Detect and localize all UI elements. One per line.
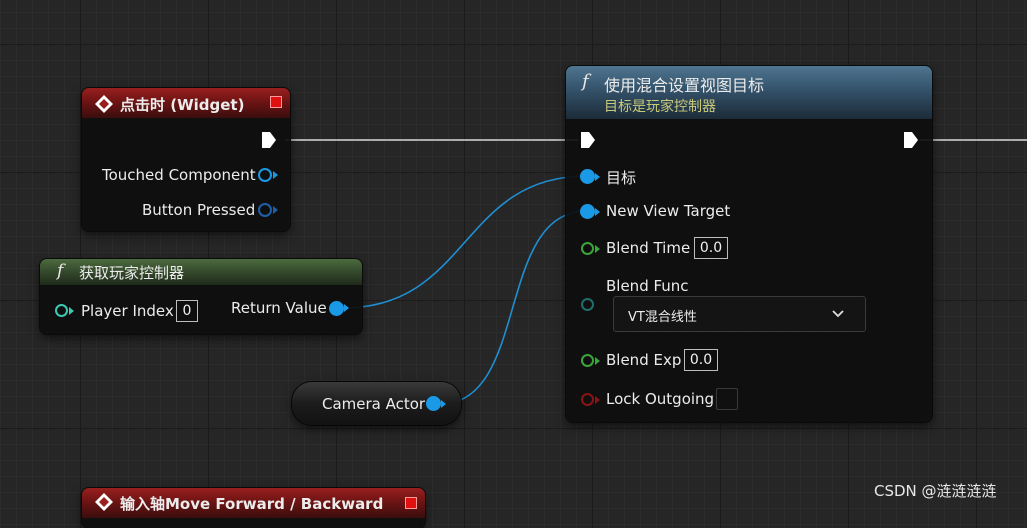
pin-camera-actor[interactable] (426, 396, 441, 411)
blend-func-selected: VT混合线性 (628, 310, 697, 325)
pin-blend-time-label: Blend Time (606, 239, 691, 257)
blend-func-dropdown[interactable]: VT混合线性 (613, 296, 866, 332)
input-axis-event-node[interactable]: 输入轴Move Forward / Backward (82, 488, 425, 528)
pin-lock-outgoing-label: Lock Outgoing (606, 390, 715, 408)
input-axis-title: 输入轴Move Forward / Backward (120, 495, 384, 513)
object-wire-camera (439, 210, 588, 405)
set-view-target-node[interactable]: f 使用混合设置视图目标 目标是玩家控制器 目标 New View Target… (566, 66, 932, 422)
pin-arrow (595, 245, 600, 253)
pin-new-view-target[interactable] (580, 204, 595, 219)
pin-target-label: 目标 (606, 169, 637, 187)
get-controller-title: 获取玩家控制器 (79, 264, 185, 282)
pin-target[interactable] (580, 169, 595, 184)
pin-new-view-target-label: New View Target (606, 202, 731, 220)
pin-button-pressed[interactable] (258, 203, 272, 217)
click-event-node[interactable]: 点击时 (Widget) Touched Component Button Pr… (82, 88, 290, 231)
camera-actor-label: Camera Actor (322, 395, 426, 413)
pin-arrow (595, 208, 600, 216)
pin-arrow (344, 304, 349, 312)
click-event-title: 点击时 (Widget) (120, 96, 245, 114)
pin-blend-func-label: Blend Func (606, 277, 689, 295)
pin-blend-exp[interactable] (581, 354, 594, 367)
pin-touched-component-label: Touched Component (102, 166, 256, 184)
pin-return-value-label: Return Value (231, 299, 327, 317)
pin-lock-outgoing[interactable] (581, 393, 594, 406)
object-wire-controller (342, 175, 588, 309)
pin-player-index-label: Player Index (81, 302, 174, 320)
pin-button-pressed-label: Button Pressed (142, 201, 256, 219)
get-player-controller-node[interactable]: f 获取玩家控制器 Player Index 0 Return Value (40, 259, 362, 334)
pin-arrow (595, 357, 600, 365)
pin-blend-time[interactable] (581, 242, 594, 255)
pin-arrow (69, 307, 74, 315)
function-icon: f (582, 71, 589, 92)
pin-arrow (273, 171, 278, 179)
chevron-down-icon (832, 310, 844, 318)
pin-arrow (441, 400, 446, 408)
exec-out-pin[interactable] (261, 131, 277, 149)
pin-arrow (273, 206, 278, 214)
blend-time-input[interactable]: 0.0 (694, 237, 728, 259)
lock-outgoing-checkbox[interactable] (716, 388, 738, 410)
exec-in-pin[interactable] (580, 131, 596, 149)
player-index-input[interactable]: 0 (176, 300, 198, 322)
stop-icon[interactable] (270, 96, 282, 108)
pin-touched-component[interactable] (258, 168, 272, 182)
pin-player-index[interactable] (55, 304, 68, 317)
pin-arrow (595, 396, 600, 404)
exec-then-pin[interactable] (903, 131, 919, 149)
event-diamond-icon (95, 95, 113, 113)
stop-icon[interactable] (405, 497, 417, 509)
blueprint-graph[interactable]: 点击时 (Widget) Touched Component Button Pr… (0, 0, 1027, 528)
function-icon: f (57, 261, 64, 281)
camera-actor-node[interactable]: Camera Actor (292, 382, 461, 425)
set-view-target-subtitle: 目标是玩家控制器 (604, 99, 716, 115)
watermark: CSDN @涟涟涟涟 (874, 482, 997, 500)
pin-return-value[interactable] (329, 301, 344, 316)
pin-arrow (595, 173, 600, 181)
event-diamond-icon (95, 493, 113, 511)
pin-blend-exp-label: Blend Exp (606, 351, 682, 369)
set-view-target-title: 使用混合设置视图目标 (604, 76, 765, 95)
blend-exp-input[interactable]: 0.0 (684, 349, 718, 371)
pin-blend-func[interactable] (581, 298, 594, 311)
